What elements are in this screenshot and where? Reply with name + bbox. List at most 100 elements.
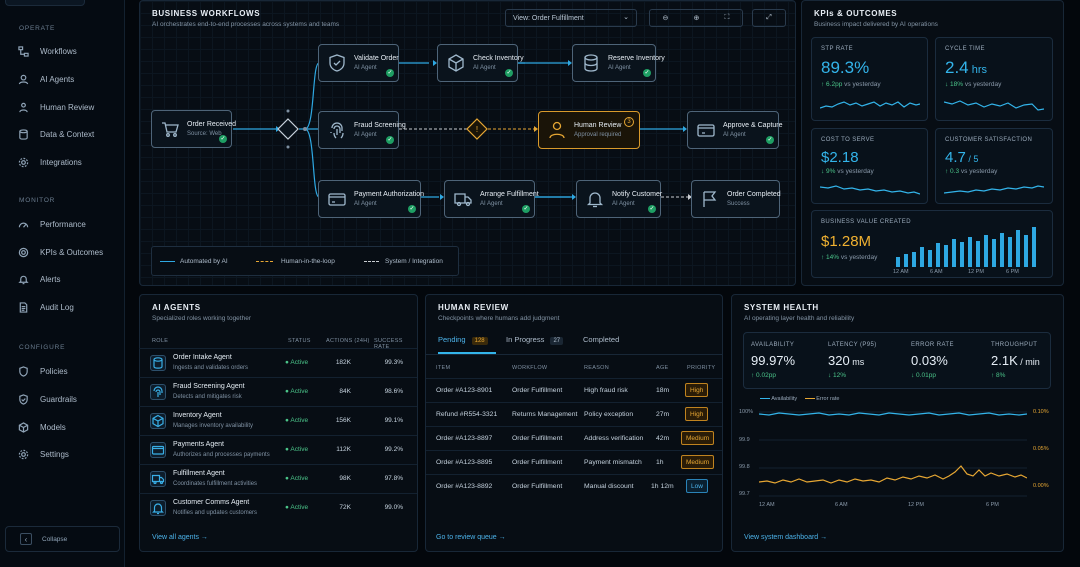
node-approve-capture[interactable]: Approve & Capture AI Agent ✓	[687, 111, 783, 149]
view-all-agents-link[interactable]: View all agents →	[152, 534, 208, 541]
agent-row[interactable]: Fraud Screening Agent Detects and mitigat…	[139, 377, 417, 406]
node-sub: AI Agent	[354, 132, 377, 138]
document-icon	[19, 301, 28, 313]
collapse-button[interactable]: ‹ Collapse	[5, 526, 120, 552]
sidebar-item-settings[interactable]: Settings	[18, 446, 118, 462]
node-sub: Approval required	[574, 132, 622, 138]
x-label-0: 12 AM	[759, 502, 775, 508]
sidebar-item-label: Alerts	[40, 274, 61, 284]
review-item: Order #A123-8901	[436, 387, 493, 394]
node-title: Arrange Fulfillment	[480, 191, 539, 198]
gear-icon	[18, 157, 29, 167]
review-workflow: Order Fulfillment	[512, 435, 563, 442]
sidebar-item-kpis-outcomes[interactable]: KPIs & Outcomes	[18, 244, 118, 260]
stat-label: LATENCY (P95)	[828, 342, 877, 348]
agent-success: 99.0%	[384, 504, 403, 511]
review-row[interactable]: Order #A123-8895 Order Fulfillment Payment…	[426, 450, 722, 474]
stat-label: THROUGHPUT	[991, 342, 1038, 348]
database-icon	[581, 53, 601, 73]
agents-title: AI AGENTS	[152, 303, 201, 312]
y-left-3: 99.7	[739, 491, 750, 497]
sidebar-item-label: Integrations	[40, 157, 82, 167]
sidebar-top-button[interactable]	[5, 0, 85, 6]
node-order-received[interactable]: Order Received Source: Web ✓	[151, 110, 236, 148]
kpi-delta: ↑ 0.3 vs yesterday	[945, 168, 997, 175]
value-axis-3: 6 PM	[1006, 269, 1019, 275]
priority-badge: Medium	[681, 455, 715, 469]
agent-row[interactable]: Payments Agent Authorizes and processes p…	[139, 435, 417, 464]
node-title: Approve & Capture	[723, 122, 783, 129]
bell-icon	[18, 275, 29, 284]
section-operate: OPERATE	[19, 25, 56, 32]
kpi-cost-to-serve[interactable]: COST TO SERVE $2.18 ↓ 9% vs yesterday	[811, 128, 928, 204]
system-dashboard-link[interactable]: View system dashboard →	[744, 534, 827, 541]
col-actions: ACTIONS (24H)	[326, 338, 370, 344]
node-arrange-fulfillment[interactable]: Arrange Fulfillment AI Agent ✓	[444, 180, 539, 218]
review-row[interactable]: Order #A123-8892 Order Fulfillment Manual …	[426, 474, 722, 498]
tab-in-progress[interactable]: In Progress 27	[506, 335, 564, 345]
agent-actions: 84K	[339, 388, 351, 395]
node-payment-authorization[interactable]: Payment Authorization AI Agent ✓	[318, 180, 424, 218]
tab-completed[interactable]: Completed	[583, 335, 619, 344]
sidebar-item-guardrails[interactable]: Guardrails	[18, 391, 118, 407]
kpi-business-value[interactable]: BUSINESS VALUE CREATED $1.28M ↑ 14% vs y…	[811, 210, 1053, 278]
node-human-review[interactable]: Human Review Approval required 3	[538, 111, 640, 149]
sidebar-item-alerts[interactable]: Alerts	[18, 271, 118, 287]
sidebar-item-policies[interactable]: Policies	[18, 363, 118, 379]
sidebar-item-integrations[interactable]: Integrations	[18, 154, 118, 170]
agent-row[interactable]: Inventory Agent Manages inventory availab…	[139, 406, 417, 435]
review-reason: Payment mismatch	[584, 459, 642, 466]
y-right-0: 0.10%	[1033, 409, 1049, 415]
sidebar-item-audit-log[interactable]: Audit Log	[18, 299, 118, 315]
kpi-stp-rate[interactable]: STP RATE 89.3% ↑ 6.2pp vs yesterday	[811, 37, 928, 121]
agent-row[interactable]: Order Intake Agent Ingests and validates …	[139, 348, 417, 377]
node-order-completed[interactable]: Order Completed Success	[691, 180, 781, 218]
review-row[interactable]: Refund #R554-3321 Returns Management Polic…	[426, 402, 722, 426]
node-title: Notify Customer	[612, 191, 663, 198]
shield-check-icon	[327, 53, 347, 73]
bell-icon	[585, 189, 605, 209]
sidebar-item-label: Audit Log	[40, 302, 74, 312]
tab-pending[interactable]: Pending 128	[438, 335, 496, 354]
database-icon	[19, 128, 28, 140]
review-item: Order #A123-8892	[436, 483, 493, 490]
business-value: $1.28M	[821, 233, 872, 250]
review-reason: Address verification	[584, 435, 644, 442]
section-monitor: MONITOR	[19, 197, 56, 204]
review-row[interactable]: Order #A123-8901 Order Fulfillment High fr…	[426, 378, 722, 402]
agent-desc: Detects and mitigates risk	[173, 394, 242, 400]
review-title: HUMAN REVIEW	[438, 303, 509, 312]
sidebar-item-data-context[interactable]: Data & Context	[18, 126, 118, 142]
legend-error: Error rate	[816, 396, 840, 402]
agent-row[interactable]: Customer Comms Agent Notifies and updates…	[139, 493, 417, 522]
fingerprint-icon	[327, 120, 347, 140]
human-review-badge: 3	[624, 117, 634, 127]
sidebar-item-workflows[interactable]: Workflows	[18, 43, 118, 59]
sidebar-item-performance[interactable]: Performance	[18, 216, 118, 232]
node-check-inventory[interactable]: Check Inventory AI Agent ✓	[437, 44, 524, 82]
agent-row[interactable]: Fulfillment Agent Coordinates fulfillment…	[139, 464, 417, 493]
agent-success: 98.6%	[384, 388, 403, 395]
sidebar-item-human-review[interactable]: Human Review	[18, 99, 118, 115]
agent-status: ● Active	[285, 446, 309, 453]
node-validate-order[interactable]: Validate Order AI Agent ✓	[318, 44, 399, 82]
agent-name: Customer Comms Agent	[173, 499, 250, 506]
target-icon	[18, 247, 29, 257]
collapse-icon: ‹	[20, 533, 32, 545]
stat-delta: ↓ 12%	[828, 372, 847, 379]
sidebar-item-models[interactable]: Models	[18, 419, 118, 435]
node-notify-customer[interactable]: Notify Customer AI Agent ✓	[576, 180, 663, 218]
sidebar-item-ai-agents[interactable]: AI Agents	[18, 71, 118, 87]
node-title: Order Received	[187, 121, 237, 128]
legend-line-automated	[160, 261, 175, 262]
review-item: Order #A123-8897	[436, 435, 493, 442]
review-age: 1h 12m	[651, 483, 674, 490]
node-fraud-screening[interactable]: Fraud Screening AI Agent ✓	[318, 111, 406, 149]
review-queue-link[interactable]: Go to review queue →	[436, 534, 506, 541]
node-reserve-inventory[interactable]: Reserve Inventory AI Agent ✓	[572, 44, 665, 82]
check-icon: ✓	[219, 135, 227, 143]
kpi-customer-satisfaction[interactable]: CUSTOMER SATISFACTION 4.7 / 5 ↑ 0.3 vs y…	[935, 128, 1053, 204]
gauge-icon	[18, 222, 29, 228]
review-row[interactable]: Order #A123-8897 Order Fulfillment Address…	[426, 426, 722, 450]
kpi-cycle-time[interactable]: CYCLE TIME 2.4 hrs ↓ 18% vs yesterday	[935, 37, 1053, 121]
